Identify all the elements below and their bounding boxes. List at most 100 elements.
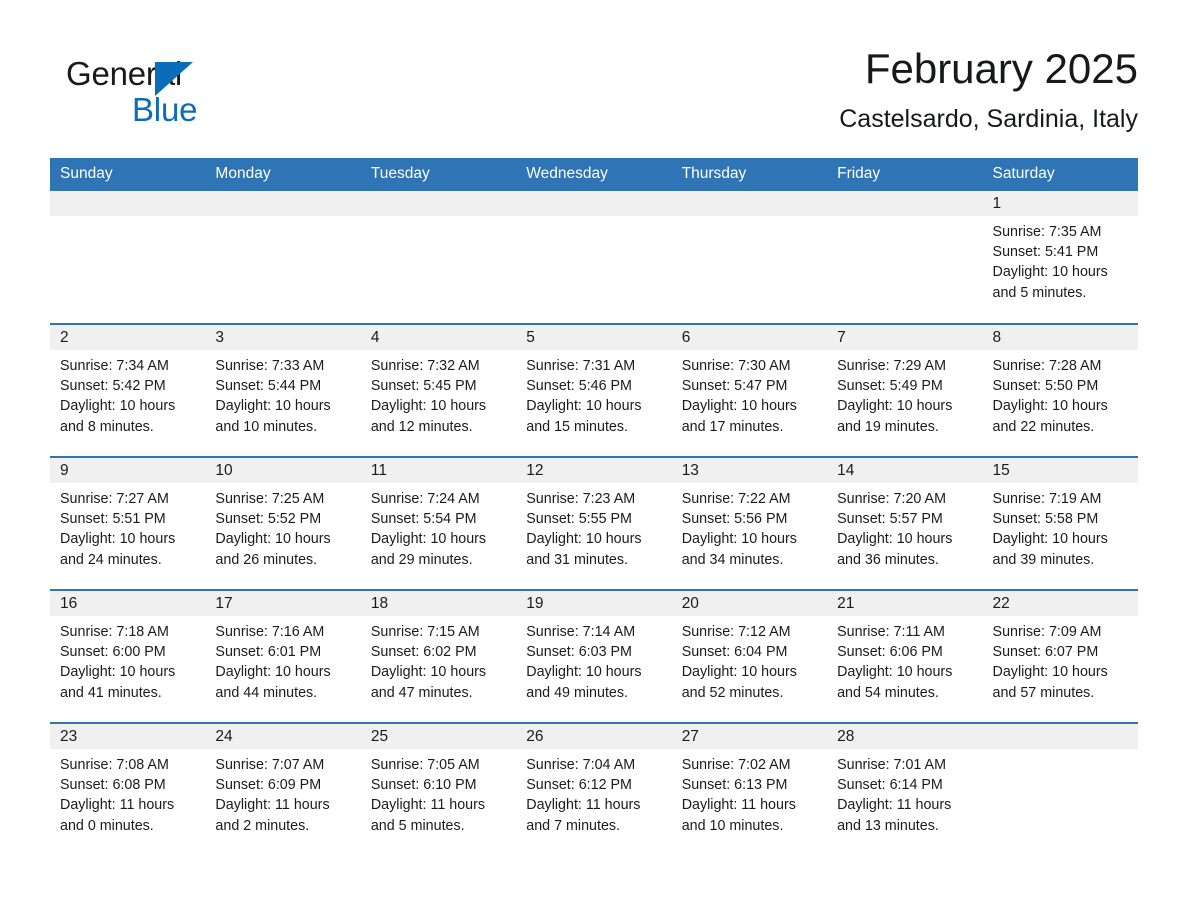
daylight-text-line2: and 44 minutes. [215, 684, 318, 701]
calendar-day-cell[interactable]: 18 Sunrise: 7:15 AM Sunset: 6:02 PM Dayligh… [360, 589, 517, 723]
day-number-band: 28 [827, 724, 983, 749]
sunset-text: Sunset: 6:00 PM [60, 644, 166, 661]
sunrise-text: Sunrise: 7:14 AM [526, 624, 636, 640]
calendar-day-cell[interactable]: 16 Sunrise: 7:18 AM Sunset: 6:00 PM Dayligh… [50, 589, 206, 723]
calendar-day-cell[interactable]: 23 Sunrise: 7:08 AM Sunset: 6:08 PM Dayligh… [50, 722, 206, 856]
day-number-band: 18 [360, 591, 517, 616]
calendar-day-cell[interactable]: 15 Sunrise: 7:19 AM Sunset: 5:58 PM Dayligh… [982, 456, 1138, 590]
calendar-day-cell[interactable]: 5 Sunrise: 7:31 AM Sunset: 5:46 PM Daylight… [516, 323, 672, 457]
day-number: 25 [370, 728, 389, 745]
sunrise-text: Sunrise: 7:12 AM [681, 624, 791, 640]
day-cell-inner: 27 Sunrise: 7:02 AM Sunset: 6:13 PM Dayligh… [671, 724, 828, 856]
daylight-text-line1: Daylight: 10 hours [60, 531, 176, 548]
daylight-text-line1: Daylight: 10 hours [837, 398, 953, 415]
calendar-day-cell[interactable]: 6 Sunrise: 7:30 AM Sunset: 5:47 PM Daylight… [671, 323, 828, 457]
day-number-band: 5 [516, 325, 672, 350]
sunset-text: Sunset: 5:58 PM [992, 511, 1099, 528]
day-number: 21 [837, 595, 855, 612]
daylight-text-line1: Daylight: 10 hours [992, 264, 1108, 281]
calendar-day-cell[interactable]: 8 Sunrise: 7:28 AM Sunset: 5:50 PM Daylight… [982, 323, 1138, 457]
day-number-band: 7 [827, 325, 983, 350]
calendar-day-cell[interactable]: 19 Sunrise: 7:14 AM Sunset: 6:03 PM Dayligh… [516, 589, 672, 723]
calendar-day-cell[interactable]: 3 Sunrise: 7:33 AM Sunset: 5:44 PM Daylight… [205, 323, 361, 457]
day-number-band [827, 191, 983, 216]
sunrise-text: Sunrise: 7:34 AM [60, 358, 169, 374]
calendar-day-cell[interactable]: 17 Sunrise: 7:16 AM Sunset: 6:01 PM Dayligh… [205, 589, 361, 723]
daylight-text-line2: and 54 minutes. [837, 684, 939, 701]
daylight-text-line2: and 13 minutes. [837, 817, 939, 834]
sunrise-text: Sunrise: 7:27 AM [60, 491, 169, 507]
daylight-text-line2: and 57 minutes. [992, 684, 1095, 701]
sunrise-text: Sunrise: 7:30 AM [681, 358, 791, 374]
day-cell-inner: 22 Sunrise: 7:09 AM Sunset: 6:07 PM Dayligh… [982, 591, 1138, 722]
calendar-day-cell[interactable]: 2 Sunrise: 7:34 AM Sunset: 5:42 PM Daylight… [50, 323, 206, 457]
sunset-text: Sunset: 5:50 PM [992, 378, 1099, 395]
calendar-week-row: 9 Sunrise: 7:27 AM Sunset: 5:51 PM Daylight… [50, 456, 1138, 590]
calendar-day-cell[interactable]: 21 Sunrise: 7:11 AM Sunset: 6:06 PM Dayligh… [827, 589, 983, 723]
sunrise-text: Sunrise: 7:22 AM [681, 491, 791, 507]
sunset-text: Sunset: 5:44 PM [215, 378, 322, 395]
sunset-text: Sunset: 5:46 PM [526, 378, 632, 395]
daylight-text-line2: and 47 minutes. [370, 684, 473, 701]
day-details: Sunrise: 7:35 AM Sunset: 5:41 PM Daylight:… [983, 216, 1138, 303]
day-number-band: 12 [516, 458, 672, 483]
day-cell-inner [827, 191, 983, 323]
daylight-text-line2: and 5 minutes. [992, 284, 1087, 301]
daylight-text-line1: Daylight: 11 hours [215, 797, 330, 814]
sunset-text: Sunset: 5:51 PM [60, 511, 166, 528]
general-blue-logo[interactable]: General Blue [58, 52, 258, 132]
day-cell-inner: 23 Sunrise: 7:08 AM Sunset: 6:08 PM Dayligh… [50, 724, 206, 856]
calendar-week-row: 1 Sunrise: 7:35 AM Sunset: 5:41 PM Daylight… [50, 191, 1138, 324]
day-details: Sunrise: 7:23 AM Sunset: 5:55 PM Daylight:… [516, 483, 671, 570]
day-number: 24 [215, 728, 233, 745]
daylight-text-line2: and 19 minutes. [837, 418, 939, 435]
day-details: Sunrise: 7:07 AM Sunset: 6:09 PM Daylight:… [205, 749, 360, 836]
calendar-page: General Blue February 2025 Castelsardo, … [0, 0, 1188, 918]
daylight-text-line1: Daylight: 11 hours [681, 797, 796, 814]
day-cell-inner: 10 Sunrise: 7:25 AM Sunset: 5:52 PM Dayligh… [205, 458, 361, 589]
calendar-day-cell[interactable]: 13 Sunrise: 7:22 AM Sunset: 5:56 PM Dayligh… [671, 456, 828, 590]
day-number: 4 [370, 329, 380, 346]
calendar-day-cell[interactable]: 26 Sunrise: 7:04 AM Sunset: 6:12 PM Dayligh… [516, 722, 672, 856]
daylight-text-line1: Daylight: 10 hours [370, 398, 487, 415]
weekday-header-wednesday: Wednesday [516, 158, 672, 191]
day-number: 8 [992, 329, 1002, 346]
daylight-text-line1: Daylight: 10 hours [215, 531, 331, 548]
day-number-band: 17 [205, 591, 361, 616]
day-number-band: 3 [205, 325, 361, 350]
calendar-week-row: 16 Sunrise: 7:18 AM Sunset: 6:00 PM Dayligh… [50, 589, 1138, 723]
calendar-day-cell[interactable]: 27 Sunrise: 7:02 AM Sunset: 6:13 PM Dayligh… [671, 722, 828, 856]
day-cell-inner: 15 Sunrise: 7:19 AM Sunset: 5:58 PM Dayligh… [982, 458, 1138, 589]
daylight-text-line2: and 8 minutes. [60, 418, 154, 435]
calendar-day-cell[interactable]: 14 Sunrise: 7:20 AM Sunset: 5:57 PM Dayligh… [827, 456, 983, 590]
location-subtitle: Castelsardo, Sardinia, Italy [839, 105, 1138, 133]
sunrise-text: Sunrise: 7:07 AM [215, 757, 325, 773]
calendar-day-cell[interactable]: 1 Sunrise: 7:35 AM Sunset: 5:41 PM Daylight… [982, 191, 1138, 324]
calendar-day-cell[interactable]: 25 Sunrise: 7:05 AM Sunset: 6:10 PM Dayligh… [360, 722, 517, 856]
day-details: Sunrise: 7:09 AM Sunset: 6:07 PM Daylight:… [983, 616, 1138, 703]
calendar-day-cell[interactable]: 24 Sunrise: 7:07 AM Sunset: 6:09 PM Dayligh… [205, 722, 361, 856]
logo-text-blue: Blue [132, 91, 198, 128]
sunset-text: Sunset: 6:13 PM [681, 777, 788, 794]
calendar-day-cell[interactable]: 10 Sunrise: 7:25 AM Sunset: 5:52 PM Dayligh… [205, 456, 361, 590]
day-details: Sunrise: 7:12 AM Sunset: 6:04 PM Daylight:… [672, 616, 827, 703]
sunset-text: Sunset: 5:42 PM [60, 378, 166, 395]
calendar-day-cell[interactable]: 4 Sunrise: 7:32 AM Sunset: 5:45 PM Daylight… [360, 323, 517, 457]
sunset-text: Sunset: 6:08 PM [60, 777, 166, 794]
calendar-day-cell[interactable]: 20 Sunrise: 7:12 AM Sunset: 6:04 PM Dayligh… [671, 589, 828, 723]
calendar-day-cell[interactable]: 12 Sunrise: 7:23 AM Sunset: 5:55 PM Dayligh… [516, 456, 672, 590]
day-cell-inner: 25 Sunrise: 7:05 AM Sunset: 6:10 PM Dayligh… [360, 724, 517, 856]
calendar-day-cell[interactable]: 9 Sunrise: 7:27 AM Sunset: 5:51 PM Daylight… [50, 456, 206, 590]
day-cell-inner: 6 Sunrise: 7:30 AM Sunset: 5:47 PM Daylight… [671, 325, 828, 456]
daylight-text-line2: and 10 minutes. [215, 418, 318, 435]
sunset-text: Sunset: 5:49 PM [837, 378, 943, 395]
calendar-day-cell[interactable]: 7 Sunrise: 7:29 AM Sunset: 5:49 PM Daylight… [827, 323, 983, 457]
daylight-text-line1: Daylight: 10 hours [681, 664, 797, 681]
calendar-day-cell[interactable]: 28 Sunrise: 7:01 AM Sunset: 6:14 PM Dayligh… [827, 722, 983, 856]
calendar-day-cell[interactable]: 11 Sunrise: 7:24 AM Sunset: 5:54 PM Dayligh… [360, 456, 517, 590]
calendar-day-cell[interactable]: 22 Sunrise: 7:09 AM Sunset: 6:07 PM Dayligh… [982, 589, 1138, 723]
calendar-day-cell-empty [360, 191, 517, 324]
sunrise-text: Sunrise: 7:02 AM [681, 757, 791, 773]
sunrise-text: Sunrise: 7:16 AM [215, 624, 325, 640]
day-number-band [982, 724, 1138, 749]
